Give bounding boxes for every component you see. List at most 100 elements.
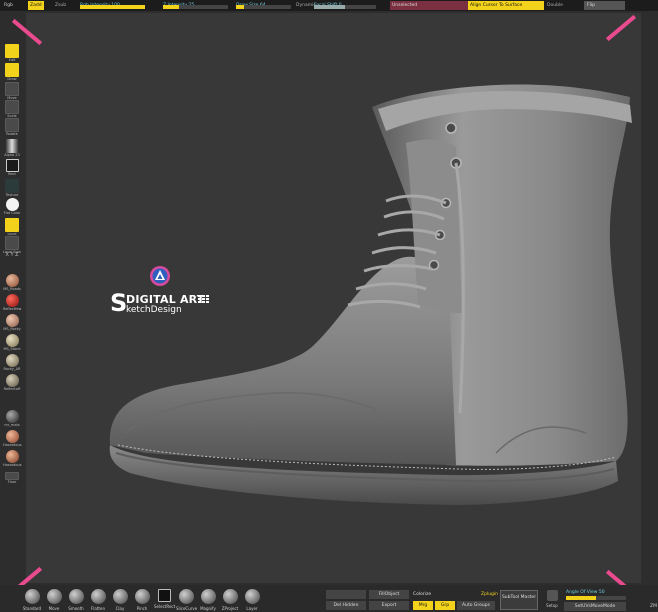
floor-button[interactable]: Floor bbox=[3, 472, 21, 484]
rgb-button[interactable]: Rgb bbox=[4, 1, 13, 10]
edit-button[interactable]: Edit bbox=[3, 44, 21, 62]
material-hazardous-1[interactable]: Hazardous bbox=[3, 430, 22, 447]
material-sphere-icon bbox=[5, 374, 19, 387]
brush-slicecurve-icon bbox=[178, 589, 194, 604]
focal-shift-fill bbox=[314, 5, 345, 9]
material-reflectoff[interactable]: Reflectoff bbox=[3, 374, 21, 391]
empty-slot-1[interactable] bbox=[326, 590, 366, 599]
brush-move-icon bbox=[46, 589, 62, 604]
del-hidden-button[interactable]: Del Hidden bbox=[326, 601, 366, 610]
alpha-button[interactable]: Alpha 23 bbox=[3, 139, 21, 157]
rgb-intensity-slider[interactable] bbox=[80, 5, 145, 9]
local-button[interactable]: Local bbox=[3, 218, 21, 236]
rect-stroke-icon bbox=[5, 159, 19, 172]
bottom-toolbar: Standard Move Smooth Flatten Clay Pinch … bbox=[0, 585, 658, 612]
material-ms-roads[interactable]: MS_Roads bbox=[3, 274, 21, 291]
brush-zproject-icon bbox=[222, 589, 238, 604]
zadd-button[interactable]: Zadd bbox=[28, 1, 44, 10]
material-reflectfew[interactable]: Reflectfew bbox=[3, 294, 21, 311]
brush-flatten[interactable]: Flatten bbox=[88, 589, 108, 611]
logo-grid-icon bbox=[198, 295, 209, 303]
brush-standard-icon bbox=[24, 589, 40, 604]
brush-slicecurve[interactable]: SliceCurve bbox=[176, 589, 197, 611]
setup-button[interactable]: Setup bbox=[542, 590, 562, 608]
setup-icon bbox=[546, 590, 558, 601]
brush-layer[interactable]: Layer bbox=[242, 589, 262, 611]
watermark-logo: S DIGITAL ART ketchDesign bbox=[110, 262, 220, 322]
z-intensity-slider[interactable] bbox=[163, 5, 228, 9]
selectrect-icon bbox=[157, 589, 171, 602]
brush-flatten-icon bbox=[90, 589, 106, 604]
rotate-button[interactable]: Rotate bbox=[3, 118, 21, 136]
material-sphere-icon bbox=[5, 314, 19, 327]
z-intensity-fill bbox=[163, 5, 179, 9]
scale-icon bbox=[5, 100, 19, 114]
material-sphere-icon bbox=[5, 274, 19, 287]
export-button[interactable]: Export bbox=[369, 601, 409, 610]
mrg-button[interactable]: Mrg bbox=[413, 601, 433, 610]
flat-color-icon bbox=[5, 198, 19, 211]
brush-magnify[interactable]: Magnify bbox=[198, 589, 218, 611]
texture-icon bbox=[5, 179, 19, 193]
material-mr-mats[interactable]: mr_mats bbox=[3, 410, 21, 427]
zplugin-label[interactable]: Zplugin bbox=[481, 592, 498, 597]
draw-button[interactable]: Draw bbox=[3, 63, 21, 81]
colorize-label[interactable]: Colorize bbox=[413, 592, 431, 597]
draw-size-slider[interactable] bbox=[236, 5, 291, 9]
scale-button[interactable]: Scale bbox=[3, 100, 21, 118]
material-sphere-icon bbox=[5, 410, 19, 423]
material-sphere-icon bbox=[5, 354, 19, 367]
zsub-button[interactable]: Zsub bbox=[55, 1, 66, 10]
alpha-icon bbox=[5, 139, 19, 153]
draw-size-fill bbox=[236, 5, 244, 9]
dynamic-button[interactable]: Dynamic bbox=[296, 1, 316, 10]
logo-letter: S bbox=[110, 289, 128, 317]
brush-pinch[interactable]: Pinch bbox=[132, 589, 152, 611]
rgb-intensity-fill bbox=[80, 5, 145, 9]
brush-zproject[interactable]: ZProject bbox=[220, 589, 240, 611]
fill-object-button[interactable]: FillObject bbox=[369, 590, 409, 599]
brush-pinch-icon bbox=[134, 589, 150, 604]
logo-emblem-icon bbox=[150, 266, 170, 286]
brush-standard[interactable]: Standard bbox=[22, 589, 42, 611]
angle-of-view-label: Angle Of View 50 bbox=[566, 590, 605, 595]
brush-clay[interactable]: Clay bbox=[110, 589, 130, 611]
brush-smooth-icon bbox=[68, 589, 84, 604]
floor-icon bbox=[5, 472, 19, 480]
left-toolbar: Edit Draw Move Scale Rotate Alpha 23 Rec… bbox=[0, 40, 24, 490]
material-sphere-icon bbox=[5, 430, 19, 443]
material-sphere-icon bbox=[5, 334, 19, 347]
brush-smooth[interactable]: Smooth bbox=[66, 589, 86, 611]
subtool-master-button[interactable]: SubTool Master bbox=[500, 590, 538, 610]
material-ms-stone[interactable]: MS_Stone bbox=[3, 334, 21, 351]
brush-magnify-icon bbox=[200, 589, 216, 604]
rotate-icon bbox=[5, 118, 19, 132]
stroke-rect-button[interactable]: Rect bbox=[3, 159, 21, 176]
double-button[interactable]: Double bbox=[547, 1, 563, 10]
brush-move[interactable]: Move bbox=[44, 589, 64, 611]
angle-of-view-slider[interactable] bbox=[566, 596, 626, 600]
flat-color-button[interactable]: Flat Color bbox=[3, 198, 21, 215]
local-icon bbox=[5, 218, 19, 232]
focal-shift-slider[interactable] bbox=[314, 5, 376, 9]
material-hazardous-2[interactable]: Hazardous bbox=[3, 450, 22, 467]
brush-layer-icon bbox=[244, 589, 260, 604]
brush-selectrect[interactable]: SelectRect bbox=[154, 589, 175, 609]
move-icon bbox=[5, 82, 19, 96]
edit-icon bbox=[5, 44, 19, 58]
grp-button[interactable]: Grp bbox=[435, 601, 455, 610]
align-cursor-button[interactable]: Align Cursor To Surface bbox=[468, 1, 544, 10]
auto-groups-button[interactable]: Auto Groups bbox=[457, 601, 495, 610]
brush-clay-icon bbox=[112, 589, 128, 604]
top-toolbar: Rgb Zadd Zsub Rgb Intensity 100 Z Intens… bbox=[0, 0, 658, 11]
set-uv-button[interactable]: SetUVsMoveMode bbox=[564, 602, 626, 611]
flip-button[interactable]: Flip bbox=[584, 1, 625, 10]
xyz-button[interactable]: X Y Z bbox=[3, 252, 21, 258]
material-ms-rocky[interactable]: MS_Rocky bbox=[3, 314, 21, 331]
texture-button[interactable]: Texture bbox=[3, 179, 21, 197]
zoom-button[interactable]: ZM bbox=[650, 604, 657, 609]
material-rocky-ar[interactable]: Rocky_AR bbox=[3, 354, 21, 371]
move-button[interactable]: Move bbox=[3, 82, 21, 100]
draw-icon bbox=[5, 63, 19, 77]
unselected-field[interactable]: Unselected bbox=[390, 1, 469, 10]
